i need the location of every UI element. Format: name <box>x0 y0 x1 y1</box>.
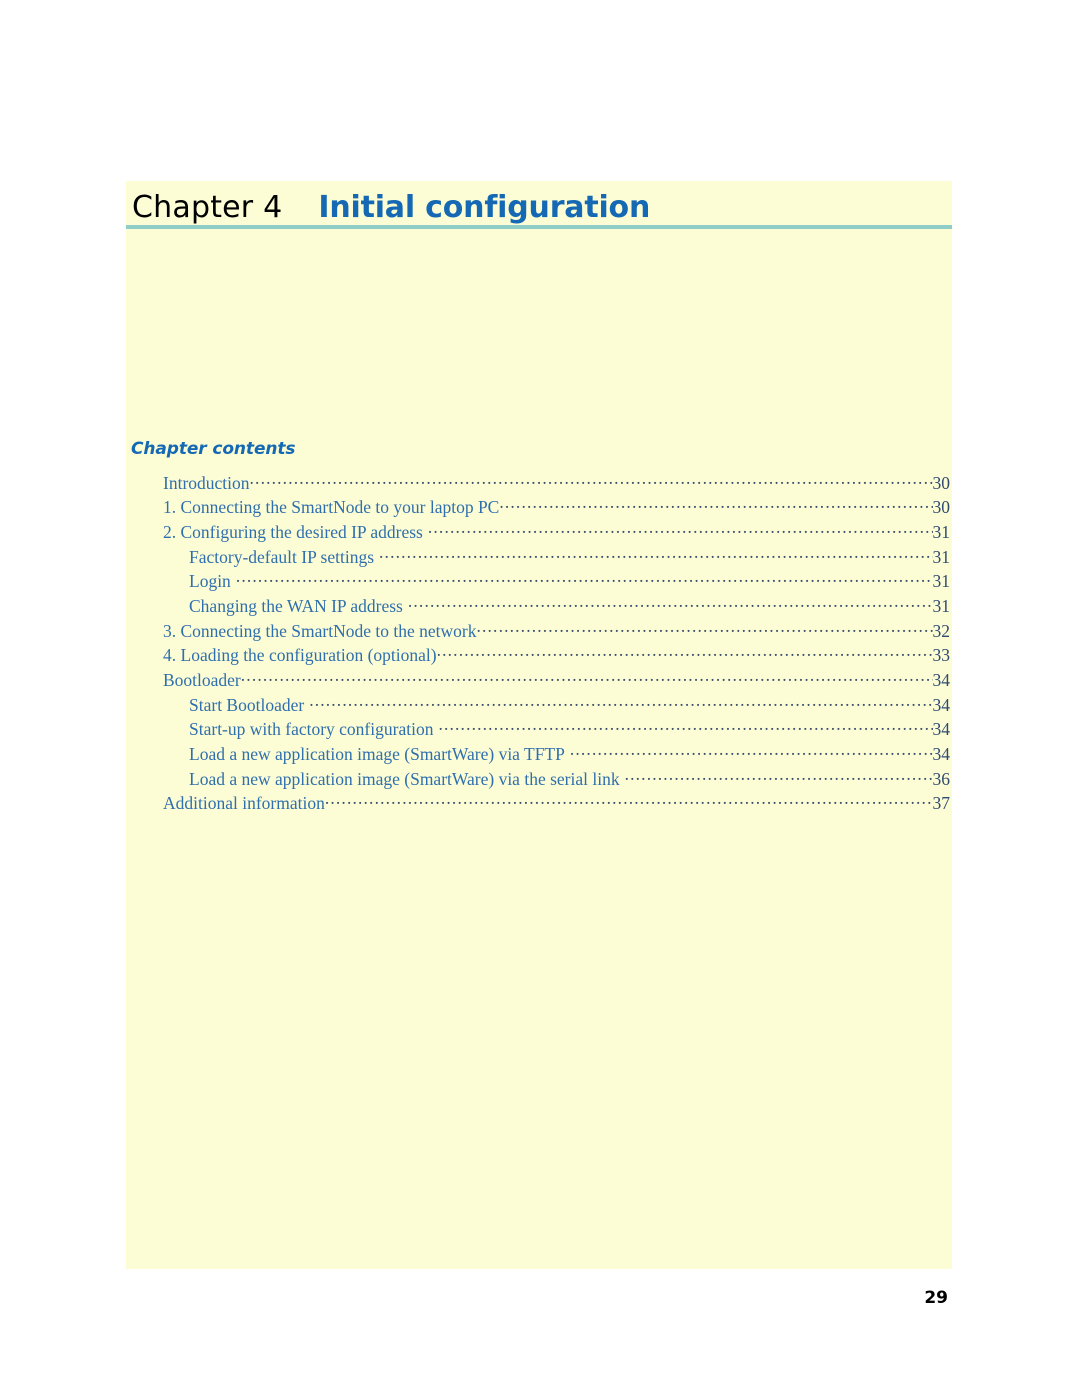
toc-dot-leader <box>437 644 933 662</box>
toc-entry-page-number: 37 <box>932 793 951 814</box>
chapter-content-panel: Chapter 4 Initial configuration Chapter … <box>126 181 952 1269</box>
toc-entry-label: Start-up with factory configuration <box>189 719 434 740</box>
chapter-title-row: Chapter 4 Initial configuration <box>126 181 952 223</box>
toc-dot-leader <box>438 718 932 736</box>
toc-entry-label: Load a new application image (SmartWare)… <box>189 768 620 789</box>
toc-dot-leader <box>250 471 933 489</box>
chapter-contents-heading: Chapter contents <box>131 439 296 459</box>
toc-entry-label: Start Bootloader <box>189 694 305 715</box>
toc-entry-label: Login <box>189 571 231 592</box>
toc-entry[interactable]: 3. Connecting the SmartNode to the netwo… <box>126 619 952 644</box>
toc-dot-leader <box>309 693 932 711</box>
toc-entry-page-number: 31 <box>932 571 951 592</box>
table-of-contents: Introduction 30 1. Connecting the SmartNod… <box>126 471 952 817</box>
toc-entry[interactable]: Introduction 30 <box>126 471 952 496</box>
toc-entry-page-number: 34 <box>932 694 951 715</box>
toc-entry-page-number: 36 <box>932 768 951 789</box>
toc-dot-leader <box>236 570 933 588</box>
toc-dot-leader <box>625 767 933 785</box>
toc-dot-leader <box>325 792 933 810</box>
toc-entry[interactable]: 4. Loading the configuration (optional) 3… <box>126 644 952 669</box>
toc-entry-page-number: 31 <box>932 595 951 616</box>
toc-entry[interactable]: Factory-default IP settings 31 <box>126 545 952 570</box>
toc-dot-leader <box>428 520 933 538</box>
toc-entry-page-number: 31 <box>932 546 951 567</box>
toc-entry[interactable]: 2. Configuring the desired IP address 31 <box>126 520 952 545</box>
toc-dot-leader <box>570 743 933 761</box>
toc-entry[interactable]: Start Bootloader 34 <box>126 693 952 718</box>
toc-entry[interactable]: 1. Connecting the SmartNode to your lapt… <box>126 496 952 521</box>
page-title: Initial configuration <box>318 190 651 225</box>
toc-dot-leader <box>476 619 932 637</box>
toc-entry-label: 3. Connecting the SmartNode to the netwo… <box>163 620 477 641</box>
title-divider-rule <box>126 225 952 229</box>
toc-entry-page-number: 31 <box>932 521 951 542</box>
toc-entry-label: Bootloader <box>163 670 241 690</box>
toc-entry-label: 2. Configuring the desired IP address <box>163 521 423 542</box>
toc-dot-leader <box>408 594 933 612</box>
toc-dot-leader <box>379 545 932 563</box>
toc-entry-label: Introduction <box>163 472 250 493</box>
toc-entry-page-number: 32 <box>932 620 951 641</box>
toc-entry-label: Changing the WAN IP address <box>189 595 403 616</box>
toc-dot-leader <box>241 669 933 687</box>
toc-entry-page-number: 33 <box>932 645 951 666</box>
toc-entry-page-number: 34 <box>932 670 951 690</box>
toc-entry[interactable]: Bootloader 34 <box>126 669 952 694</box>
toc-entry[interactable]: Load a new application image (SmartWare)… <box>126 743 952 768</box>
footer-page-number: 29 <box>924 1288 948 1308</box>
toc-entry[interactable]: Changing the WAN IP address 31 <box>126 594 952 619</box>
toc-entry-page-number: 34 <box>932 744 951 765</box>
toc-entry-label: Additional information <box>163 793 325 814</box>
toc-entry-page-number: 30 <box>932 472 951 493</box>
toc-entry-page-number: 34 <box>932 719 951 740</box>
toc-entry[interactable]: Start-up with factory configuration 34 <box>126 718 952 743</box>
toc-entry-page-number: 30 <box>932 497 951 518</box>
toc-entry-label: 1. Connecting the SmartNode to your lapt… <box>163 497 500 518</box>
toc-entry[interactable]: Login 31 <box>126 570 952 595</box>
chapter-number-label: Chapter 4 <box>132 190 283 225</box>
toc-entry[interactable]: Load a new application image (SmartWare)… <box>126 767 952 792</box>
toc-dot-leader <box>499 496 932 514</box>
toc-entry-label: 4. Loading the configuration (optional) <box>163 645 437 666</box>
toc-entry[interactable]: Additional information 37 <box>126 792 952 817</box>
toc-entry-label: Factory-default IP settings <box>189 546 375 567</box>
toc-entry-label: Load a new application image (SmartWare)… <box>189 744 565 765</box>
